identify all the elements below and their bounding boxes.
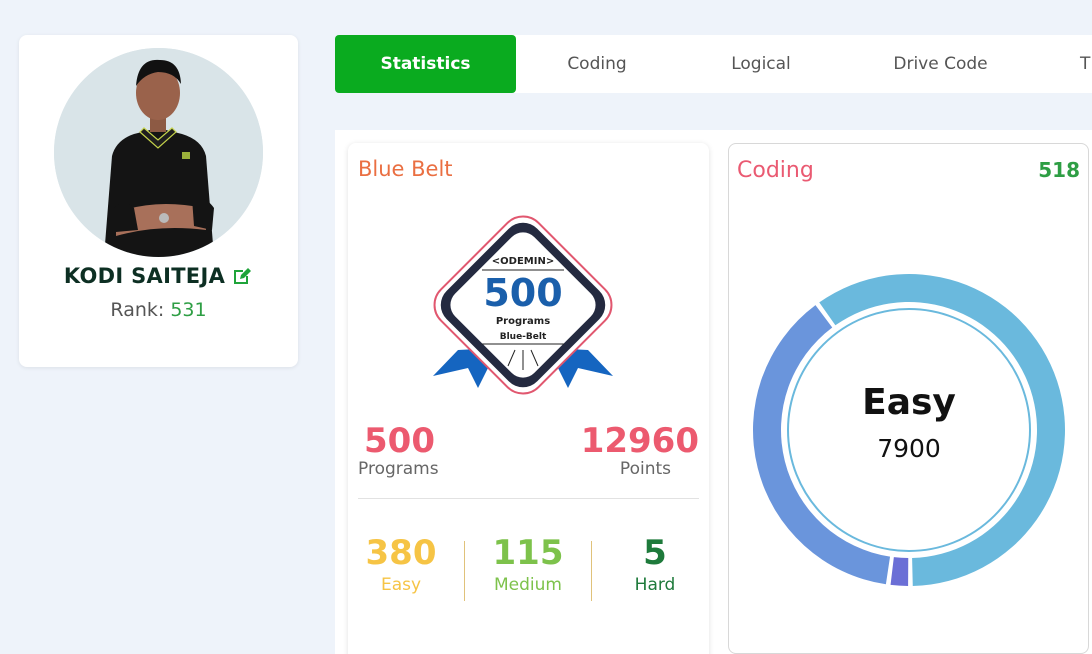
badge-number: 500 [483, 271, 562, 315]
difficulty-separator [464, 541, 465, 601]
tab-statistics[interactable]: Statistics [335, 35, 516, 93]
badge-brand: <ODEMIN> [492, 256, 554, 267]
rank-value: 531 [170, 299, 207, 321]
points-label: Points [619, 459, 671, 479]
hard-count: 5 [643, 533, 667, 573]
belt-title: Blue Belt [358, 157, 453, 181]
donut-inner-ring [787, 308, 1031, 552]
programs-label: Programs [358, 459, 439, 479]
hard-label: Hard [634, 575, 676, 595]
difficulty-hard: 5 Hard [600, 533, 710, 597]
donut-slice-hard[interactable] [890, 557, 909, 586]
points-value: 12960 [580, 421, 699, 461]
difficulty-easy: 380 Easy [346, 533, 456, 597]
profile-name-row: KODI SAITEJA [19, 264, 298, 288]
avatar [54, 48, 263, 257]
avatar-photo [54, 48, 263, 257]
profile-card: KODI SAITEJA Rank: 531 [19, 35, 298, 367]
medium-count: 115 [492, 533, 564, 573]
easy-count: 380 [365, 533, 437, 573]
rank-row: Rank: 531 [19, 299, 298, 321]
badge-belt: Blue-Belt [500, 332, 547, 342]
belt-divider [358, 498, 699, 499]
difficulty-separator [591, 541, 592, 601]
edit-icon[interactable] [231, 265, 253, 287]
tab-drive-code[interactable]: Drive Code [844, 35, 1037, 93]
tab-coding[interactable]: Coding [516, 35, 678, 93]
tab-logical[interactable]: Logical [678, 35, 844, 93]
tab-bar: Statistics Coding Logical Drive Code T [335, 35, 1092, 93]
coding-card: Coding 518 Easy 7900 [728, 143, 1089, 654]
profile-name: KODI SAITEJA [63, 264, 226, 288]
belt-badge: <ODEMIN> 500 Programs Blue-Belt [433, 215, 613, 395]
badge-caption: Programs [496, 316, 550, 327]
medium-label: Medium [494, 575, 562, 595]
tab-more[interactable]: T [1080, 35, 1092, 93]
belt-card: Blue Belt <ODEMIN> 500 Programs Blue-Bel… [348, 143, 709, 654]
difficulty-medium: 115 Medium [473, 533, 583, 597]
programs-value: 500 [364, 421, 435, 461]
easy-label: Easy [380, 575, 422, 595]
rank-label: Rank: [110, 299, 165, 321]
donut-center-label: Easy [862, 382, 956, 423]
donut-center-value: 7900 [877, 434, 941, 463]
